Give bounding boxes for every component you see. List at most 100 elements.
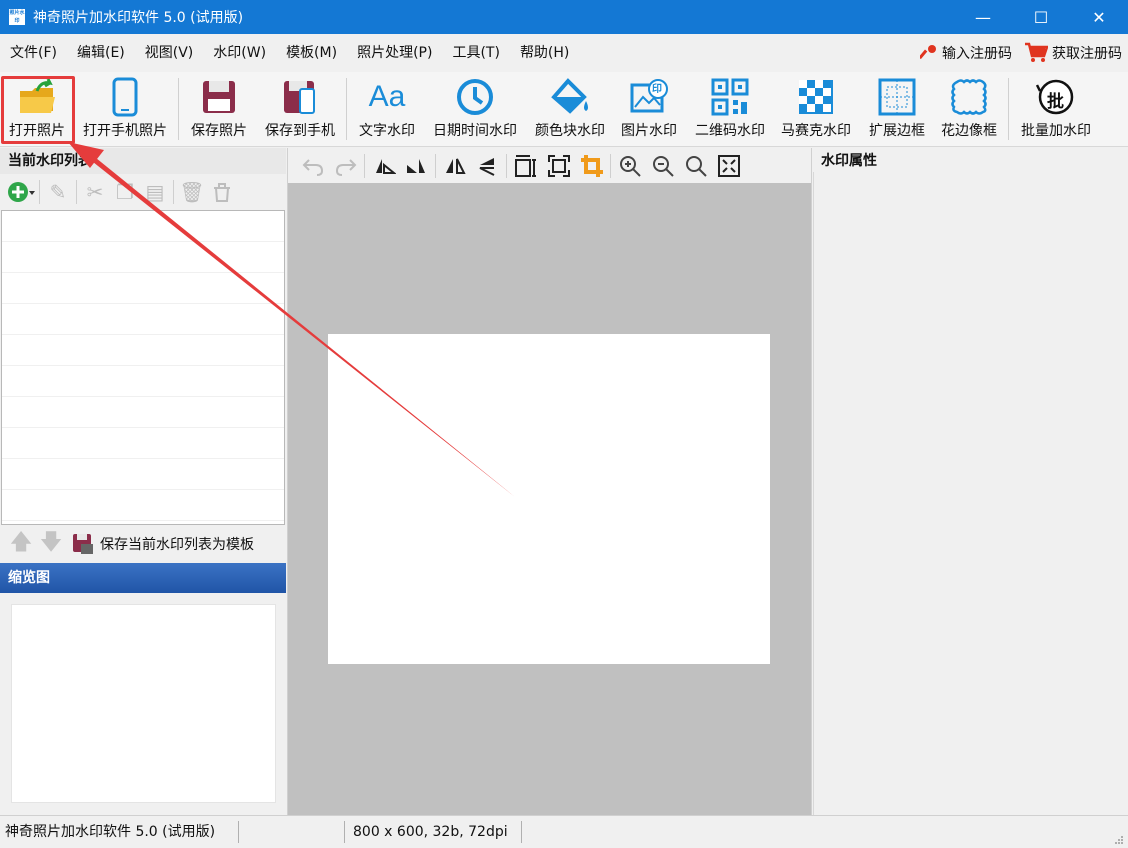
mosaic-watermark-button[interactable]: 马赛克水印 [776,75,856,145]
flip-vertical-icon [479,157,494,176]
text-watermark-label: 文字水印 [359,123,415,139]
watermark-list-footer: 🡅 🡇 保存当前水印列表为模板 [0,527,286,561]
menu-help[interactable]: 帮助(H) [510,34,579,72]
list-item[interactable] [2,428,284,459]
watermark-list[interactable] [1,210,285,525]
crop-button[interactable] [575,151,608,181]
save-photo-button[interactable]: 保存照片 [186,75,252,145]
batch-icon: 批 [1036,75,1076,119]
main-toolbar: 打开照片 打开手机照片 保存照片 保存到手机 Aa 文字水印 日期时间水印 颜色… [0,72,1128,147]
title-bar: 照片水印 神奇照片加水印软件 5.0 (试用版) — ☐ ✕ [0,0,1128,34]
list-item[interactable] [2,273,284,304]
list-item[interactable] [2,459,284,490]
list-item[interactable] [2,211,284,242]
fit-frame-icon [547,154,570,177]
rotate-right-icon [406,158,425,173]
properties-panel [813,172,1128,815]
list-item[interactable] [2,242,284,273]
zoom-out-button[interactable] [646,151,679,181]
key-icon [920,45,936,60]
save-template-icon [73,534,93,554]
menu-bar: 文件(F) 编辑(E) 视图(V) 水印(W) 模板(M) 照片处理(P) 工具… [0,34,1128,72]
lace-frame-button[interactable]: 花边像框 [936,75,1002,145]
save-to-phone-label: 保存到手机 [265,123,335,139]
menu-edit[interactable]: 编辑(E) [67,34,135,72]
menu-view[interactable]: 视图(V) [135,34,204,72]
image-watermark-button[interactable]: 印 图片水印 [616,75,682,145]
list-item[interactable] [2,397,284,428]
cut-watermark-button[interactable]: ✂ [80,177,110,207]
status-image-info: 800 x 600, 32b, 72dpi [353,824,508,840]
rotate-left-button[interactable] [367,151,400,181]
batch-watermark-label: 批量加水印 [1021,123,1091,139]
pencil-icon: ✎ [49,180,67,204]
canvas-toolbar [288,148,810,183]
qr-watermark-label: 二维码水印 [695,123,765,139]
maximize-button[interactable]: ☐ [1012,0,1070,34]
delete-watermark-button[interactable]: 🗑 [177,177,207,207]
flip-vertical-button[interactable] [471,151,504,181]
add-watermark-button[interactable] [6,177,36,207]
undo-icon [302,158,323,176]
undo-button[interactable] [296,151,329,181]
extend-border-button[interactable]: 扩展边框 [864,75,930,145]
paste-watermark-button[interactable]: ▤ [140,177,170,207]
zoom-actual-button[interactable] [679,151,712,181]
menu-tools[interactable]: 工具(T) [442,34,509,72]
open-phone-photo-button[interactable]: 打开手机照片 [78,75,172,145]
datetime-watermark-button[interactable]: 日期时间水印 [428,75,522,145]
menu-watermark[interactable]: 水印(W) [203,34,276,72]
copy-watermark-button[interactable]: ❐ [110,177,140,207]
fit-window-icon [717,154,740,177]
cart-icon [1025,42,1048,62]
zoom-in-button[interactable] [613,151,646,181]
fit-frame-button[interactable] [542,151,575,181]
color-block-watermark-button[interactable]: 颜色块水印 [530,75,610,145]
watermark-list-title: 当前水印列表 [0,148,286,174]
enter-code-button[interactable]: 输入注册码 [914,43,1018,63]
batch-watermark-button[interactable]: 批 批量加水印 [1016,75,1096,145]
save-as-template-button[interactable]: 保存当前水印列表为模板 [72,533,254,555]
text-aa-icon: Aa [368,80,406,113]
flip-horizontal-button[interactable] [438,151,471,181]
qr-watermark-button[interactable]: 二维码水印 [690,75,770,145]
text-watermark-button[interactable]: Aa 文字水印 [354,75,420,145]
paint-bucket-icon [550,75,590,119]
list-item[interactable] [2,490,284,521]
crop-icon [580,154,603,177]
resize-icon [514,154,536,177]
redo-button[interactable] [329,151,362,181]
move-down-button[interactable]: 🡇 [36,529,66,559]
copy-icon: ❐ [116,180,134,204]
arrow-down-icon: 🡇 [39,530,63,555]
lace-frame-icon [949,75,989,119]
save-to-phone-button[interactable]: 保存到手机 [260,75,340,145]
list-item[interactable] [2,304,284,335]
clock-icon [455,75,495,119]
arrow-up-icon: 🡅 [9,530,33,555]
menu-template[interactable]: 模板(M) [276,34,347,72]
save-as-template-label: 保存当前水印列表为模板 [100,537,254,553]
edit-watermark-button[interactable]: ✎ [43,177,73,207]
resize-grip-icon[interactable] [1114,835,1124,845]
clear-watermarks-button[interactable] [207,177,237,207]
fit-window-button[interactable] [712,151,745,181]
zoom-in-icon [619,155,641,177]
rotate-right-button[interactable] [400,151,433,181]
resize-button[interactable] [509,151,542,181]
menu-photo-process[interactable]: 照片处理(P) [347,34,442,72]
minimize-button[interactable]: — [954,0,1012,34]
enter-code-label: 输入注册码 [942,46,1012,62]
thumbnail-preview[interactable] [11,604,276,803]
list-item[interactable] [2,366,284,397]
get-code-button[interactable]: 获取注册码 [1018,42,1128,64]
close-button[interactable]: ✕ [1070,0,1128,34]
zoom-out-icon [652,155,674,177]
save-photo-label: 保存照片 [191,123,247,139]
move-up-button[interactable]: 🡅 [6,529,36,559]
scissors-icon: ✂ [86,180,104,204]
menu-file[interactable]: 文件(F) [0,34,67,72]
rotate-left-icon [375,158,396,174]
list-item[interactable] [2,335,284,366]
photo-preview[interactable] [328,334,770,664]
